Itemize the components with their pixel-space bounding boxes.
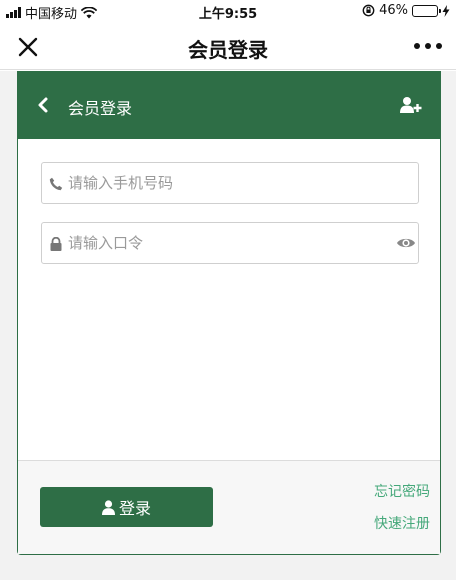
more-button[interactable] bbox=[414, 36, 442, 56]
chevron-left-icon bbox=[38, 97, 48, 113]
password-field bbox=[41, 222, 419, 264]
card-footer: 登录 忘记密码 快速注册 bbox=[18, 460, 440, 554]
battery-percent: 46% bbox=[379, 3, 408, 18]
eye-icon bbox=[397, 238, 415, 248]
status-bar: 中国移动 上午9:55 46% bbox=[0, 0, 456, 22]
user-icon bbox=[101, 499, 115, 515]
add-user-button[interactable] bbox=[400, 96, 422, 114]
more-dot bbox=[436, 43, 442, 49]
login-button[interactable]: 登录 bbox=[40, 487, 213, 527]
card-header: 会员登录 bbox=[18, 72, 440, 139]
user-plus-icon bbox=[400, 97, 422, 113]
lock-icon bbox=[50, 237, 62, 251]
charging-bolt-icon bbox=[442, 4, 450, 17]
quick-register-link[interactable]: 快速注册 bbox=[374, 513, 430, 533]
page-title: 会员登录 bbox=[188, 38, 268, 62]
login-card: 会员登录 请输入手机号码 登录 忘记密码 快速注册 bbox=[17, 71, 441, 555]
card-title: 会员登录 bbox=[68, 99, 133, 118]
back-button[interactable] bbox=[36, 96, 50, 114]
phone-icon bbox=[49, 177, 63, 191]
login-label: 登录 bbox=[118, 499, 151, 518]
battery-icon bbox=[412, 4, 441, 17]
status-right: 46% bbox=[362, 3, 450, 18]
phone-field bbox=[41, 162, 419, 204]
nav-bar: 会员登录 bbox=[0, 22, 456, 70]
more-dot bbox=[425, 43, 431, 49]
forgot-password-link[interactable]: 忘记密码 bbox=[374, 481, 430, 501]
show-password-button[interactable] bbox=[396, 235, 416, 251]
phone-input[interactable] bbox=[68, 163, 388, 203]
content-area: 会员登录 请输入手机号码 登录 忘记密码 快速注册 bbox=[0, 71, 456, 580]
rotation-lock-icon bbox=[362, 4, 375, 17]
more-dot bbox=[414, 43, 420, 49]
password-input[interactable] bbox=[68, 223, 388, 263]
